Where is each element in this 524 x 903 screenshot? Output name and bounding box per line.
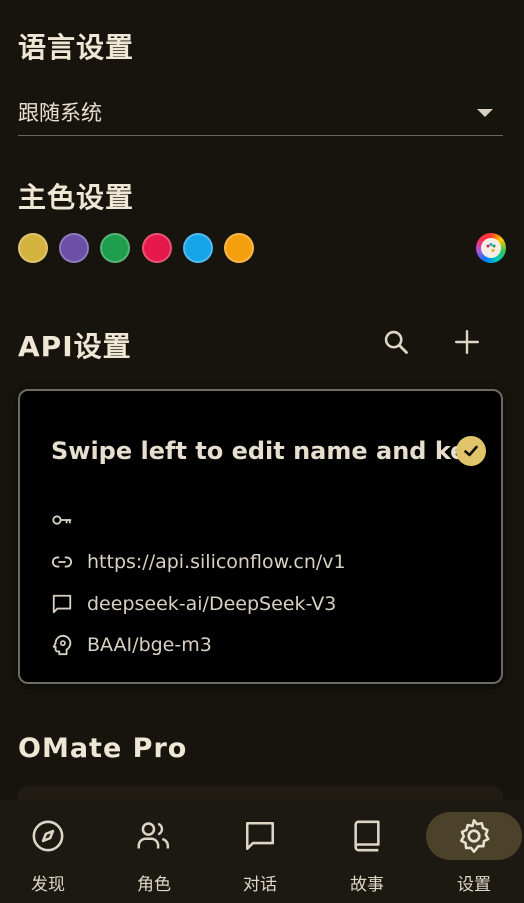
api-key-row bbox=[51, 507, 87, 533]
nav-item-characters[interactable]: 角色 bbox=[106, 812, 202, 896]
search-icon bbox=[384, 330, 408, 354]
nav-icon-container bbox=[0, 812, 96, 860]
chat-bubble-icon bbox=[245, 821, 275, 851]
nav-label: 发现 bbox=[31, 875, 65, 895]
api-config-card[interactable]: Swipe left to edit name and key https://… bbox=[18, 389, 503, 684]
swatch-orange[interactable] bbox=[224, 233, 254, 263]
nav-icon-container bbox=[319, 812, 415, 860]
api-search-button[interactable] bbox=[376, 322, 416, 362]
brain-head-icon bbox=[52, 634, 72, 656]
api-url-row: https://api.siliconflow.cn/v1 bbox=[51, 549, 346, 575]
nav-item-stories[interactable]: 故事 bbox=[319, 812, 415, 896]
color-swatch-row bbox=[18, 233, 506, 263]
nav-icon-container bbox=[426, 812, 522, 860]
swatch-yellow[interactable] bbox=[18, 233, 48, 263]
api-card-title: Swipe left to edit name and key bbox=[51, 437, 483, 465]
omate-pro-title: OMate Pro bbox=[18, 733, 188, 764]
nav-label: 对话 bbox=[243, 875, 277, 895]
plus-icon bbox=[454, 329, 480, 355]
chat-bubble-icon bbox=[52, 594, 72, 614]
link-icon bbox=[51, 556, 73, 568]
swatch-blue[interactable] bbox=[183, 233, 213, 263]
language-selected-value: 跟随系统 bbox=[18, 100, 102, 125]
api-model-value: deepseek-ai/DeepSeek-V3 bbox=[87, 593, 337, 615]
api-add-button[interactable] bbox=[447, 322, 487, 362]
theme-color-title: 主色设置 bbox=[18, 181, 135, 214]
language-settings-title: 语言设置 bbox=[18, 31, 135, 64]
palette-icon bbox=[481, 238, 501, 258]
nav-icon-container bbox=[212, 812, 308, 860]
check-circle-icon[interactable] bbox=[456, 436, 486, 466]
key-icon bbox=[52, 515, 72, 525]
nav-icon-container bbox=[106, 812, 202, 860]
swatch-purple[interactable] bbox=[59, 233, 89, 263]
api-embedding-value: BAAI/bge-m3 bbox=[87, 634, 212, 656]
nav-label: 设置 bbox=[457, 875, 491, 895]
swatch-red[interactable] bbox=[142, 233, 172, 263]
language-dropdown[interactable]: 跟随系统 bbox=[18, 90, 503, 136]
api-settings-title: API设置 bbox=[18, 330, 132, 363]
bottom-navigation: 发现 角色 对话 故事 设置 bbox=[0, 800, 524, 903]
color-picker-button[interactable] bbox=[476, 233, 506, 263]
nav-label: 故事 bbox=[350, 875, 384, 895]
compass-icon bbox=[32, 820, 64, 852]
api-embedding-row: BAAI/bge-m3 bbox=[51, 632, 212, 658]
book-icon bbox=[354, 820, 380, 852]
dropdown-arrow-icon bbox=[477, 108, 493, 117]
nav-item-chat[interactable]: 对话 bbox=[212, 812, 308, 896]
nav-item-discover[interactable]: 发现 bbox=[0, 812, 96, 896]
swatch-green[interactable] bbox=[100, 233, 130, 263]
api-url-value: https://api.siliconflow.cn/v1 bbox=[87, 551, 346, 573]
api-model-row: deepseek-ai/DeepSeek-V3 bbox=[51, 591, 336, 617]
gear-icon bbox=[459, 818, 490, 854]
people-icon bbox=[137, 822, 170, 849]
nav-item-settings[interactable]: 设置 bbox=[426, 812, 522, 896]
nav-label: 角色 bbox=[137, 875, 171, 895]
